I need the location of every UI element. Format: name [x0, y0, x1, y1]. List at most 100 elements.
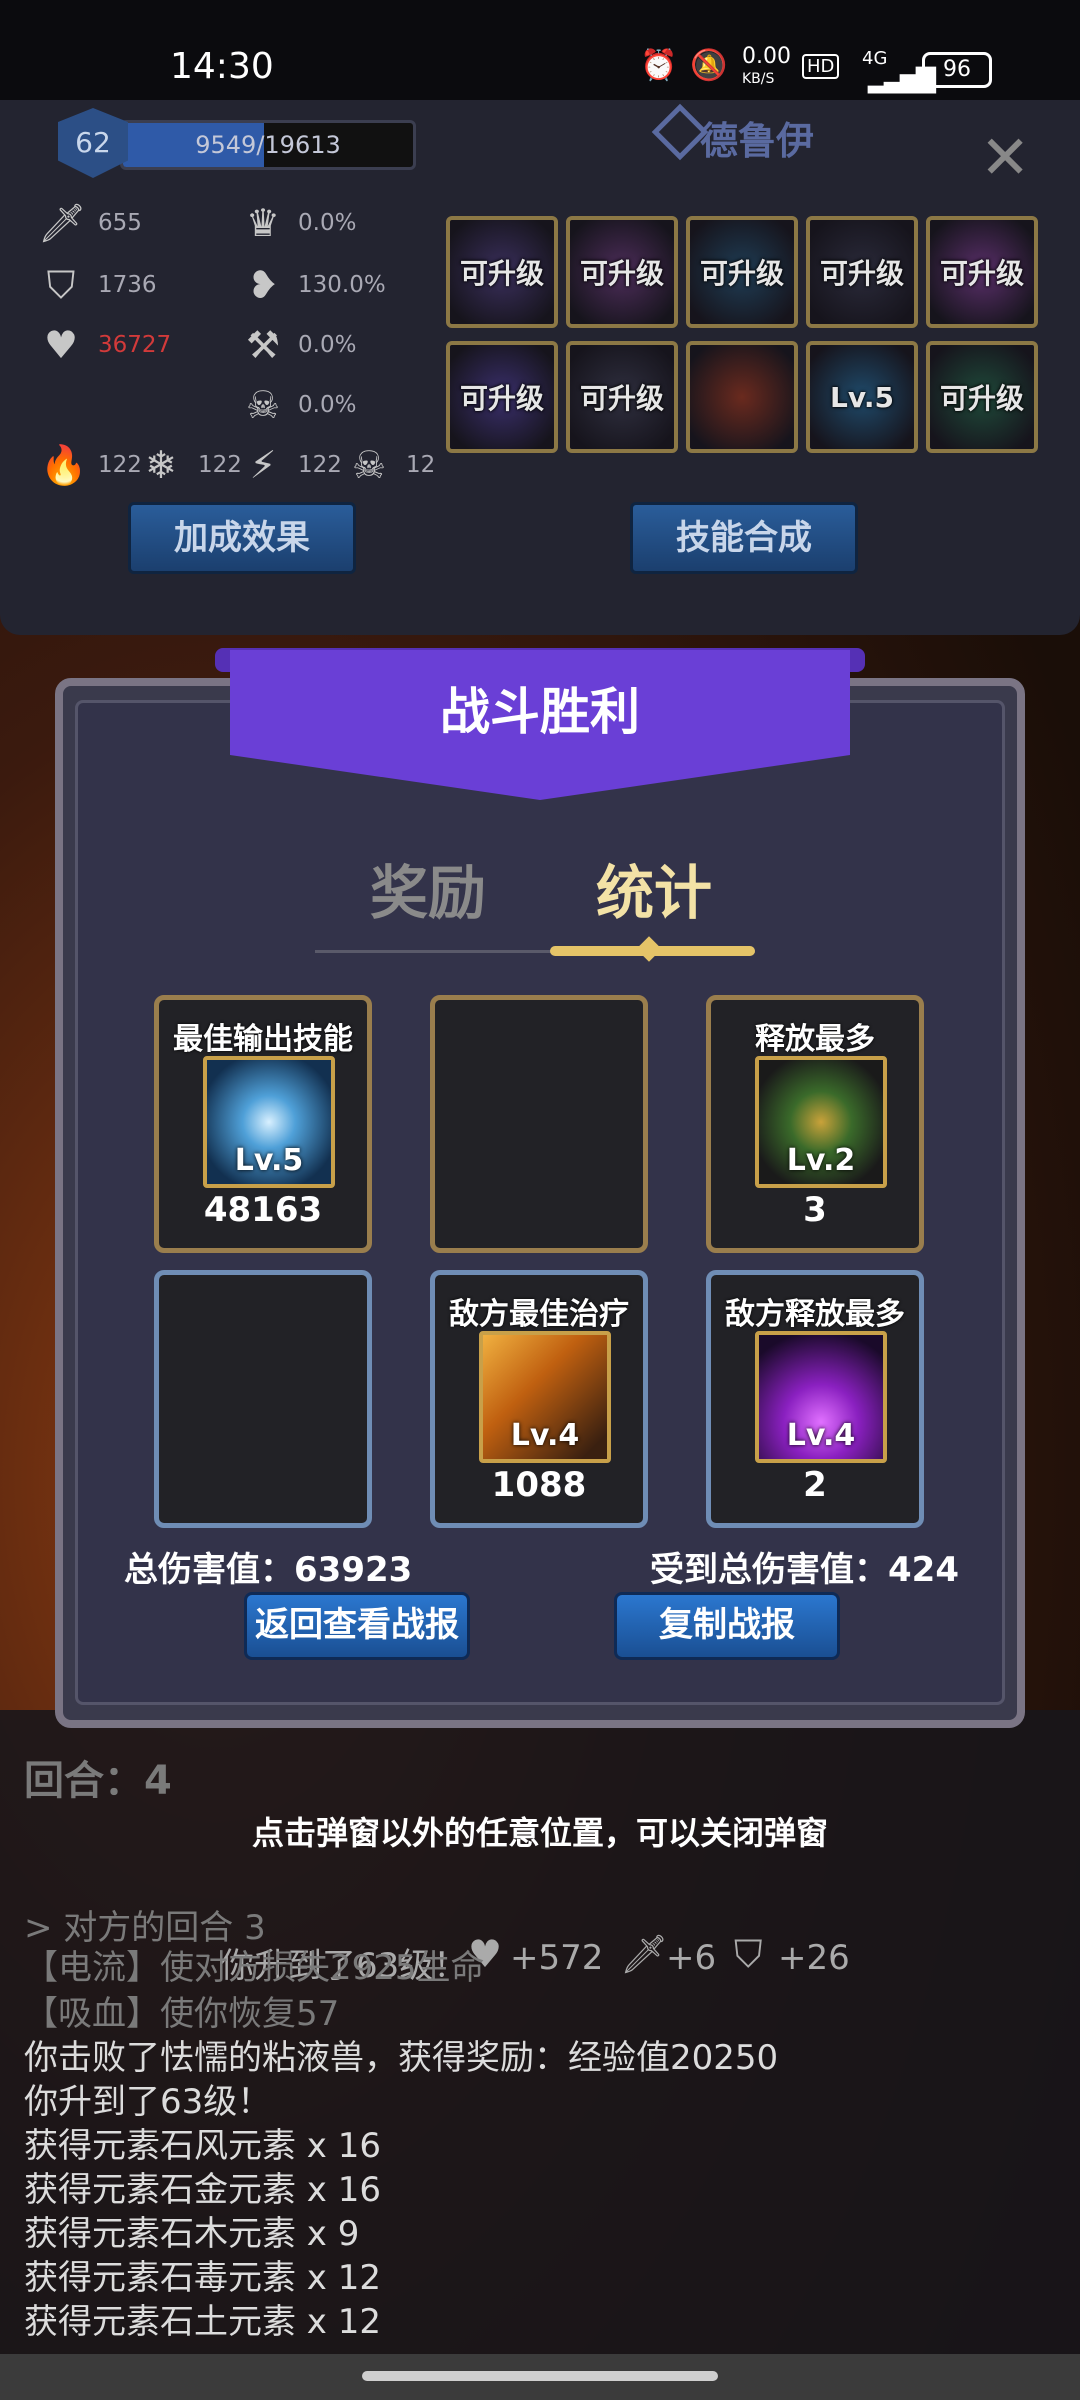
heart-icon: ♥ — [43, 323, 79, 367]
net-speed-value: 0.00 — [742, 44, 791, 69]
stat-attack: 655 — [98, 210, 142, 236]
lightning-icon: ⚡ — [249, 443, 277, 487]
skill-level: Lv.2 — [786, 1143, 856, 1178]
log-round-header: 回合：4 — [24, 1758, 172, 1804]
tab-stats[interactable]: 统计 — [596, 846, 712, 930]
hd-badge: HD — [802, 54, 840, 79]
stat-card[interactable]: 释放最多 Lv.2 3 — [706, 995, 924, 1253]
snowflake-icon: ❄ — [145, 443, 177, 487]
skill-slot[interactable]: 可升级 — [806, 216, 918, 328]
log-line: 获得元素石木元素 x 9 — [24, 2214, 360, 2254]
stat-card[interactable]: 敌方最佳治疗 Lv.4 1088 — [430, 1270, 648, 1528]
log-line: 你击败了怯懦的粘液兽，获得奖励：经验值20250 — [24, 2038, 779, 2078]
battery-icon: 96 — [922, 52, 992, 88]
skill-slot[interactable]: Lv.5 — [806, 341, 918, 453]
stat-card-title: 释放最多 — [755, 1022, 875, 1057]
stat-card[interactable]: 敌方释放最多 Lv.4 2 — [706, 1270, 924, 1528]
empty-stat-card — [430, 995, 648, 1253]
log-line: 获得元素石风元素 x 16 — [24, 2126, 381, 2166]
stat-card-value: 1088 — [491, 1465, 587, 1505]
character-name: 德鲁伊 — [700, 119, 815, 163]
stat-poison: 0.0% — [298, 392, 357, 418]
skill-icon: Lv.4 — [479, 1331, 611, 1463]
stat-defense: 1736 — [98, 272, 157, 298]
stat-ice: 122 — [198, 452, 242, 478]
xp-text: 9549/19613 — [195, 131, 341, 159]
hammer-icon: ⚒ — [245, 323, 281, 367]
fire-icon: 🔥 — [40, 443, 88, 487]
log-line: 你升到了63级！ — [24, 2082, 272, 2122]
skill-slot-label: 可升级 — [939, 257, 1024, 290]
skill-slot-label: 可升级 — [459, 382, 544, 415]
skill-slot-label: Lv.5 — [830, 380, 894, 414]
log-line: 【电流】使对方损失2925生命 — [24, 1948, 485, 1988]
skill-slot[interactable]: 可升级 — [566, 216, 678, 328]
skill-icon: Lv.4 — [755, 1331, 887, 1463]
skill-slot-label: 可升级 — [819, 257, 904, 290]
skill-level: Lv.4 — [786, 1418, 856, 1453]
log-line: 获得元素石金元素 x 16 — [24, 2170, 381, 2210]
stat-crit: 0.0% — [298, 210, 357, 236]
skill-icon: Lv.5 — [203, 1056, 335, 1188]
empty-stat-card — [154, 1270, 372, 1528]
view-report-button[interactable]: 返回查看战报 — [244, 1592, 470, 1660]
skill-slot-label: 可升级 — [459, 257, 544, 290]
net-speed: 0.00 KB/S — [742, 46, 791, 90]
gain-shield-icon: ⛉ — [734, 1932, 763, 1976]
skill-level: Lv.4 — [510, 1418, 580, 1453]
skill-synth-button[interactable]: 技能合成 — [630, 502, 858, 574]
tab-reward[interactable]: 奖励 — [370, 846, 486, 930]
gain-def: +26 — [778, 1938, 850, 1978]
skill-level: Lv.5 — [234, 1143, 304, 1178]
skill-slot-label: 可升级 — [579, 382, 664, 415]
stat-hp: 36727 — [98, 332, 172, 358]
skill-slot[interactable] — [686, 341, 798, 453]
skill-slot[interactable]: 可升级 — [686, 216, 798, 328]
gain-atk: +6 — [666, 1938, 717, 1978]
skill-slot[interactable]: 可升级 — [446, 341, 558, 453]
stat-card-value: 48163 — [203, 1190, 323, 1230]
skill-icon: Lv.2 — [755, 1056, 887, 1188]
log-line: 获得元素石毒元素 x 12 — [24, 2258, 381, 2298]
log-line: 获得元素石土元素 x 12 — [24, 2302, 381, 2342]
stat-card-title: 敌方释放最多 — [725, 1297, 905, 1332]
skill-slot[interactable]: 可升级 — [926, 216, 1038, 328]
broken-heart-icon: ❥ — [247, 263, 279, 307]
gain-sword-icon: 🗡 — [620, 1932, 669, 1976]
skill-slot-label — [690, 345, 794, 449]
skill-slot[interactable]: 可升级 — [926, 341, 1038, 453]
skill-slot-label: 可升级 — [939, 382, 1024, 415]
stat-card-title: 最佳输出技能 — [173, 1022, 353, 1057]
stat-card-title: 敌方最佳治疗 — [449, 1297, 629, 1332]
log-line: 【吸血】使你恢复57 — [24, 1994, 340, 2034]
skill-slot-label: 可升级 — [699, 257, 784, 290]
mute-icon: 🔕 — [690, 48, 728, 83]
skill-slot[interactable]: 可升级 — [446, 216, 558, 328]
bonus-effect-button[interactable]: 加成效果 — [128, 502, 356, 574]
copy-report-button[interactable]: 复制战报 — [614, 1592, 840, 1660]
status-time: 14:30 — [170, 46, 274, 87]
stat-card-value: 2 — [803, 1465, 827, 1505]
xp-bar: 9549/19613 — [120, 120, 416, 170]
received-damage: 受到总伤害值：424 — [650, 1550, 959, 1590]
close-icon[interactable]: ✕ — [980, 128, 1030, 188]
skill-slot[interactable]: 可升级 — [566, 341, 678, 453]
crown-icon: ♛ — [245, 201, 281, 245]
stat-pierce: 0.0% — [298, 332, 357, 358]
stat-card-value: 3 — [803, 1190, 827, 1230]
shield-icon: ⛉ — [46, 263, 76, 307]
stat-fire: 122 — [98, 452, 142, 478]
gain-hp: +572 — [510, 1938, 604, 1978]
skull-icon: ☠ — [351, 443, 387, 487]
alarm-icon: ⏰ — [640, 48, 678, 83]
stat-lightning: 122 — [298, 452, 342, 478]
victory-title: 战斗胜利 — [440, 683, 640, 741]
skull-mask-icon: ☠ — [245, 383, 281, 427]
stat-crit-damage: 130.0% — [298, 272, 386, 298]
sword-icon: 🗡 — [38, 201, 87, 245]
total-damage: 总伤害值：63923 — [124, 1550, 413, 1590]
home-gesture-bar[interactable] — [362, 2371, 718, 2381]
stat-card[interactable]: 最佳输出技能 Lv.5 48163 — [154, 995, 372, 1253]
stat-skull: 12 — [406, 452, 436, 478]
net-speed-unit: KB/S — [742, 71, 775, 87]
